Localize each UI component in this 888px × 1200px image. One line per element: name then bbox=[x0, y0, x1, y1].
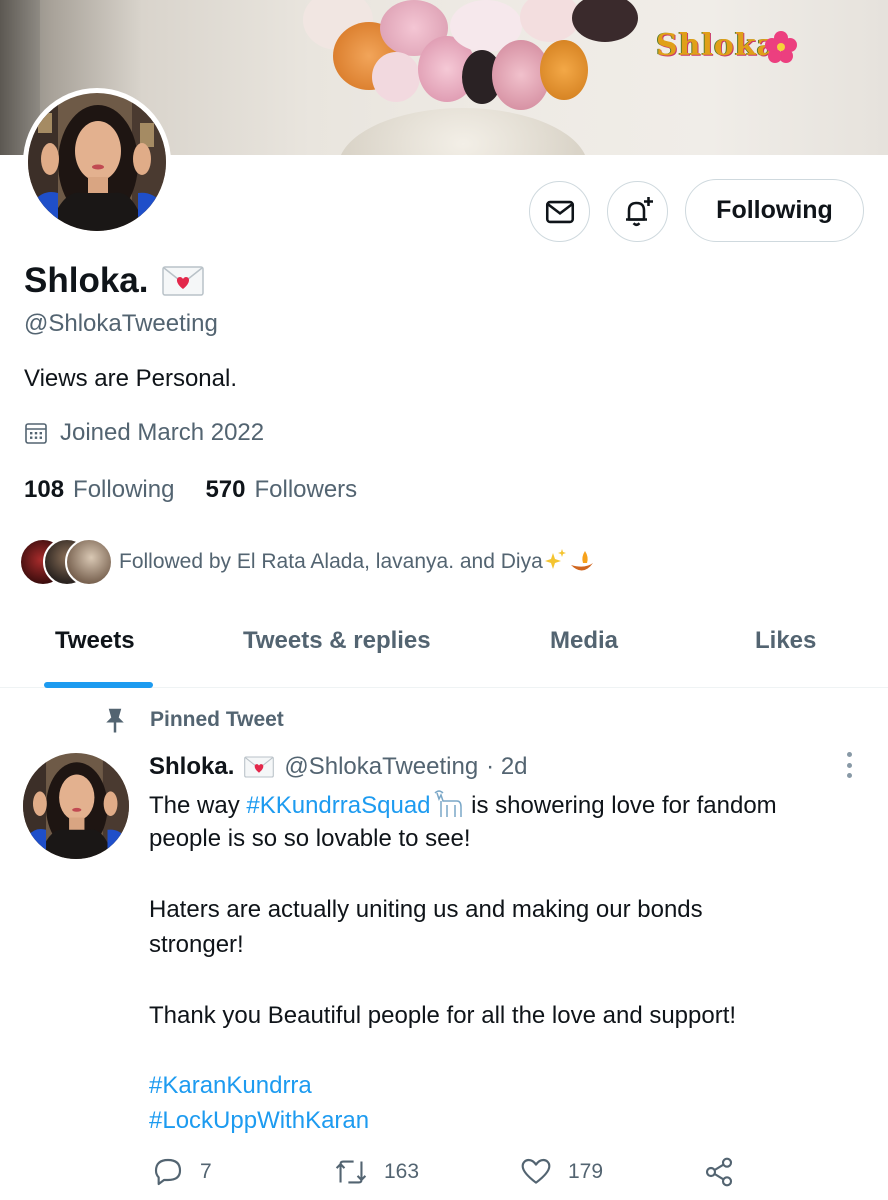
hibiscus-icon bbox=[765, 31, 797, 63]
calendar-icon bbox=[25, 423, 47, 444]
follower-avatar bbox=[65, 538, 113, 586]
profile-tabs: Tweets Tweets & replies Media Likes bbox=[0, 610, 888, 688]
following-label: Following bbox=[73, 476, 175, 503]
hashtag-link[interactable]: #KKundrraSquad bbox=[246, 792, 430, 819]
display-name: Shloka. bbox=[24, 261, 149, 300]
banner-flower bbox=[572, 0, 638, 42]
tweet-text-line: people is so so lovable to see! bbox=[149, 825, 471, 852]
tweet-time[interactable]: · 2d bbox=[486, 753, 527, 781]
heart-icon bbox=[521, 1158, 551, 1184]
tweet-author-avatar[interactable] bbox=[23, 753, 129, 859]
followed-by-text: Followed by El Rata Alada, lavanya. and … bbox=[119, 550, 543, 573]
following-count-link[interactable]: 108 Following bbox=[24, 476, 174, 504]
hashtag-link[interactable]: #KaranKundrra bbox=[149, 1072, 312, 1100]
followers-count: 570 bbox=[205, 476, 246, 503]
share-icon bbox=[705, 1157, 733, 1187]
tab-likes[interactable]: Likes bbox=[755, 627, 816, 655]
tweet-text-line: Haters are actually uniting us and makin… bbox=[149, 896, 703, 923]
followers-label: Followers bbox=[254, 476, 358, 503]
reply-icon bbox=[154, 1158, 182, 1186]
message-button[interactable] bbox=[529, 181, 590, 242]
love-letter-icon bbox=[162, 266, 205, 296]
bell-plus-icon bbox=[625, 196, 653, 226]
tab-tweets-replies[interactable]: Tweets & replies bbox=[243, 627, 431, 655]
active-tab-indicator bbox=[44, 682, 153, 688]
retweet-count: 163 bbox=[384, 1160, 420, 1183]
reply-count: 7 bbox=[200, 1160, 212, 1183]
banner-watermark: Shloka bbox=[656, 28, 778, 63]
following-button[interactable]: Following bbox=[685, 179, 864, 242]
envelope-icon bbox=[545, 200, 574, 223]
pin-icon bbox=[106, 708, 124, 733]
like-count: 179 bbox=[568, 1160, 604, 1183]
tweet-author-name[interactable]: Shloka. bbox=[149, 753, 234, 781]
following-count: 108 bbox=[24, 476, 65, 503]
pinned-tweet-label-row: Pinned Tweet bbox=[100, 705, 284, 735]
follower-avatars bbox=[19, 538, 113, 586]
share-button[interactable] bbox=[703, 1156, 751, 1188]
banner-flower bbox=[540, 40, 588, 100]
tweet-text-line: Thank you Beautiful people for all the l… bbox=[149, 1002, 737, 1029]
follow-counts: 108 Following 570 Followers bbox=[24, 476, 388, 504]
profile-handle: @ShlokaTweeting bbox=[24, 310, 218, 337]
joined-text: Joined March 2022 bbox=[60, 419, 265, 446]
tweet-text-line: stronger! bbox=[149, 931, 244, 958]
joined-date-row: Joined March 2022 bbox=[24, 419, 264, 447]
banner-flower bbox=[372, 52, 420, 102]
tweet-text: The way bbox=[149, 792, 247, 819]
like-button[interactable]: 179 bbox=[520, 1156, 603, 1188]
tweet-actions: 7 163 179 bbox=[0, 1156, 888, 1200]
banner-flower bbox=[520, 0, 580, 42]
banner-vase-shape bbox=[338, 108, 588, 155]
profile-bio: Views are Personal. bbox=[24, 365, 237, 392]
pinned-tweet-label: Pinned Tweet bbox=[150, 708, 284, 731]
more-options-icon[interactable] bbox=[840, 752, 858, 778]
notifications-button[interactable] bbox=[607, 181, 668, 242]
tab-media[interactable]: Media bbox=[550, 627, 618, 655]
reply-button[interactable]: 7 bbox=[152, 1156, 212, 1188]
retweet-button[interactable]: 163 bbox=[334, 1156, 419, 1188]
avatar-photo bbox=[28, 93, 166, 231]
avatar-photo bbox=[23, 753, 129, 859]
sparkles-diya-icon bbox=[544, 549, 593, 571]
tweet-text-line: The way #KKundrraSquad is showering love… bbox=[149, 789, 777, 820]
retweet-icon bbox=[335, 1160, 367, 1184]
profile-avatar[interactable] bbox=[23, 88, 171, 236]
hashtag-link[interactable]: #LockUppWithKaran bbox=[149, 1107, 369, 1135]
tab-tweets[interactable]: Tweets bbox=[55, 627, 135, 655]
profile-name-row: Shloka. bbox=[24, 261, 205, 301]
goat-emoji-icon bbox=[433, 790, 462, 817]
followers-count-link[interactable]: 570 Followers bbox=[205, 476, 357, 504]
followed-by-row[interactable]: Followed by El Rata Alada, lavanya. and … bbox=[19, 538, 595, 586]
tweet-header: Shloka. @ShlokaTweeting · 2d bbox=[149, 753, 528, 781]
tweet-author-handle[interactable]: @ShlokaTweeting bbox=[284, 753, 478, 781]
tweet-text: is showering love for fandom bbox=[464, 792, 777, 819]
love-letter-icon bbox=[244, 756, 275, 778]
